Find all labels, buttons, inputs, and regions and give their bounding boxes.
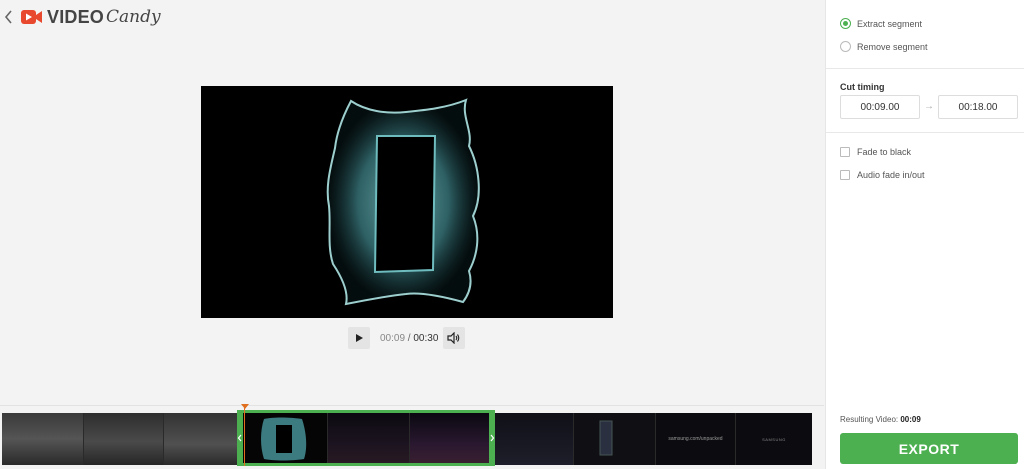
resulting-video-info: Resulting Video: 00:09 [840,415,921,424]
result-label: Resulting Video: [840,415,899,424]
total-time: 00:30 [413,333,439,344]
playhead[interactable] [244,407,245,466]
export-button[interactable]: EXPORT [840,433,1018,464]
result-duration: 00:09 [900,415,921,424]
timeline-frame: samsung.com/unpacked [656,413,736,465]
settings-sidebar: Extract segment Remove segment Cut timin… [825,0,1024,469]
cut-timing-title: Cut timing [840,82,885,92]
logo-text-video: VIDEO [47,6,105,27]
divider [826,132,1024,133]
radio-button[interactable] [840,18,851,29]
timeline-frame: SAMSUNG [736,413,812,465]
speaker-icon [447,332,460,344]
chevron-left-icon [4,10,12,24]
checkbox-audio-fade[interactable]: Audio fade in/out [840,170,925,180]
timeline-frame [2,413,84,465]
radio-extract-segment[interactable]: Extract segment [840,18,922,29]
back-button[interactable] [2,7,16,27]
trim-handle-right[interactable] [489,410,495,466]
video-preview [201,86,613,318]
divider [826,68,1024,69]
logo-text-candy: Candy [106,7,161,27]
current-time: 00:09 [380,333,406,344]
arrow-right-icon: → [924,101,934,112]
radio-label: Remove segment [857,41,928,52]
timeline-divider [0,405,824,406]
volume-button[interactable] [443,327,465,349]
radio-remove-segment[interactable]: Remove segment [840,41,928,52]
timeline-frame [494,413,574,465]
video-camera-icon [21,10,42,24]
timeline-frame [574,413,656,465]
frame-brand-text: SAMSUNG [762,436,786,442]
start-time-input[interactable] [840,95,920,119]
radio-button[interactable] [840,41,851,52]
timeline-selection[interactable] [237,410,495,466]
chevron-right-icon [490,434,495,442]
play-button[interactable] [348,327,370,349]
checkbox-fade-to-black[interactable]: Fade to black [840,147,911,157]
checkbox[interactable] [840,170,850,180]
frame-url-text: samsung.com/unpacked [668,436,723,442]
timeline-frame [164,413,242,465]
radio-label: Extract segment [857,18,923,29]
end-time-input[interactable] [938,95,1018,119]
checkbox[interactable] [840,147,850,157]
logo: VIDEO Candy [21,6,161,28]
checkbox-label: Audio fade in/out [857,170,925,180]
checkbox-label: Fade to black [857,147,912,157]
chevron-left-icon [237,434,242,442]
timeline-frame [84,413,164,465]
play-icon [356,334,363,342]
time-display: 00:09 / 00:30 [380,333,438,344]
playhead-marker[interactable] [241,404,249,409]
trim-handle-left[interactable] [237,410,243,466]
